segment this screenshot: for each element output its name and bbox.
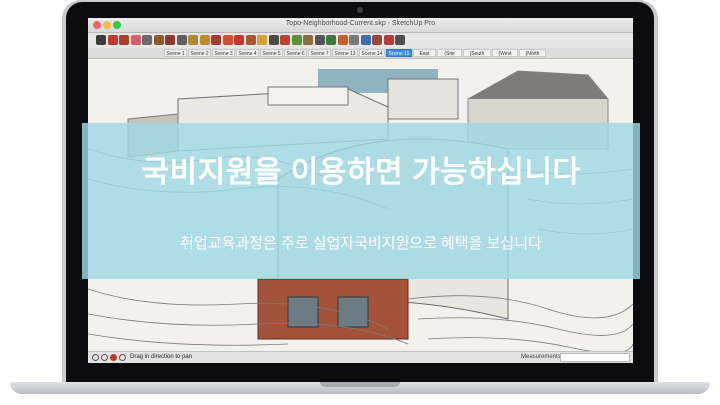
scene-tab[interactable]: Scene 4 — [236, 49, 259, 57]
measurements-input[interactable] — [560, 353, 630, 362]
text-tool-icon[interactable] — [268, 35, 279, 45]
eraser-tool-icon[interactable] — [130, 35, 141, 45]
extension-icon[interactable] — [383, 35, 394, 45]
banner-headline: 국비지원을 이용하면 가능하십니다 — [141, 156, 581, 189]
measurements-label: Measurements — [521, 354, 561, 360]
brick-wall — [257, 278, 409, 340]
warehouse-icon[interactable] — [372, 35, 382, 45]
camera-icon — [357, 7, 363, 13]
roof-box — [267, 86, 349, 106]
scene-tab[interactable]: East Elev — [413, 49, 436, 65]
scene-tabs-bar: Scene 1 Scene 2 Scene 3 Scene 4 Scene 5 Scene… — [88, 48, 633, 65]
polygon-tool-icon[interactable] — [176, 35, 187, 45]
status-bar: Drag in direction to pan Measurements — [88, 351, 633, 363]
select-tool-icon[interactable] — [96, 35, 106, 45]
pan-tool-icon[interactable] — [303, 35, 313, 45]
rectangle-tool-icon[interactable] — [142, 35, 152, 45]
scene-tab[interactable]: Scene 5 — [260, 49, 283, 57]
scale-tool-icon[interactable] — [234, 35, 244, 45]
scene-tab[interactable]: Scene 7 — [308, 49, 331, 57]
laptop-notch — [320, 382, 400, 387]
scene-tab[interactable]: (North Elev) — [519, 49, 546, 65]
move-tool-icon[interactable] — [211, 35, 221, 45]
help-icon[interactable] — [119, 354, 126, 361]
scene-tab[interactable]: Scene 2 — [188, 49, 211, 57]
window-title: Topo-Neighborhood-Current.skp - SketchUp… — [285, 20, 436, 27]
banner-subline: 취업교육과정은 주로 실업자국비지원으로 혜택을 보십니다 — [180, 235, 542, 252]
axes-tool-icon[interactable] — [280, 35, 290, 45]
circle-tool-icon[interactable] — [153, 35, 164, 45]
user-account-icon[interactable] — [110, 354, 117, 361]
scene-tab[interactable]: (Site Plan) — [437, 49, 462, 65]
scene-tab[interactable]: Scene 14 — [359, 49, 385, 57]
scene-tab[interactable]: Scene 3 — [212, 49, 235, 57]
look-around-icon[interactable] — [360, 35, 371, 45]
offset-tool-icon[interactable] — [245, 35, 256, 45]
main-toolbar — [88, 33, 633, 49]
window-titlebar: Topo-Neighborhood-Current.skp - SketchUp… — [88, 18, 633, 33]
layout-icon[interactable] — [395, 35, 405, 45]
walk-tool-icon[interactable] — [349, 35, 359, 45]
tape-measure-icon[interactable] — [257, 35, 267, 45]
scene-tab[interactable]: Scene 13 — [332, 49, 358, 57]
building-upper — [387, 78, 459, 120]
arc-tool-icon[interactable] — [165, 35, 175, 45]
line-tool-icon[interactable] — [119, 35, 129, 45]
scene-tab[interactable]: (West Elev) — [492, 49, 518, 65]
geo-location-icon[interactable] — [92, 354, 99, 361]
zoom-tool-icon[interactable] — [314, 35, 325, 45]
zoom-extents-icon[interactable] — [326, 35, 336, 45]
scene-tab[interactable]: (South Elev) — [463, 49, 491, 65]
orbit-tool-icon[interactable] — [291, 35, 302, 45]
status-hint: Drag in direction to pan — [130, 354, 193, 360]
scene-tab[interactable]: Scene 1 — [164, 49, 187, 57]
promo-banner: 국비지원을 이용하면 가능하십니다 취업교육과정은 주로 실업자국비지원으로 혜… — [82, 123, 640, 279]
push-pull-icon[interactable] — [199, 35, 210, 45]
credits-icon[interactable] — [101, 354, 108, 361]
paint-bucket-icon[interactable] — [188, 35, 198, 45]
section-plane-icon[interactable] — [337, 35, 348, 45]
window-1 — [287, 296, 319, 328]
scene-tab[interactable]: Scene 6 — [284, 49, 307, 57]
scene-tab[interactable]: Scene 15 — [386, 49, 412, 57]
rotate-tool-icon[interactable] — [222, 35, 233, 45]
pencil-tool-icon[interactable] — [107, 35, 118, 45]
